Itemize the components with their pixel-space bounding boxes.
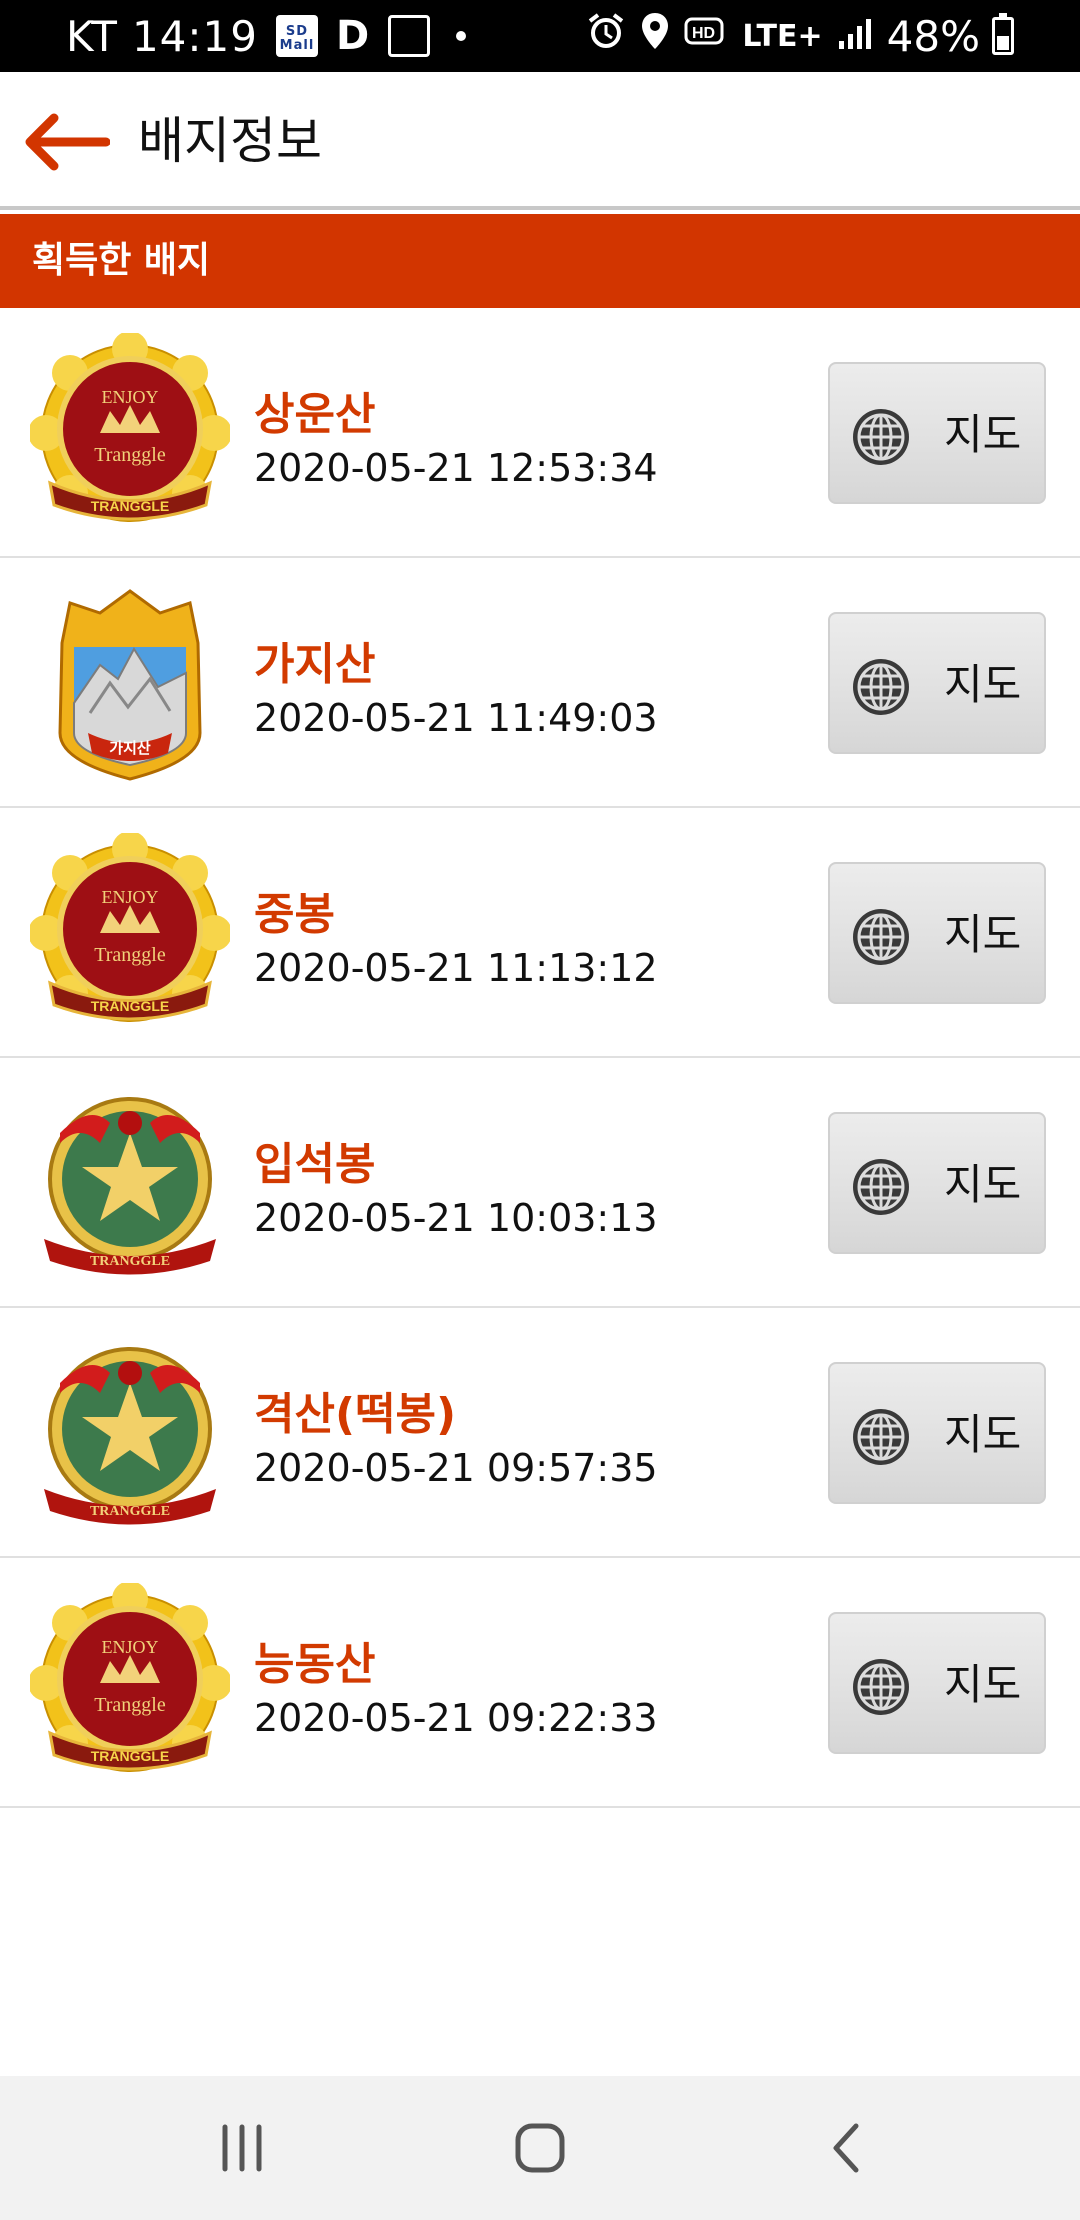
green-star-badge-icon: TRANGGLE [44, 1097, 216, 1275]
system-nav-bar [0, 2076, 1080, 2220]
gold-medal-badge-icon: ENJOY Tranggle TRANGGLE [30, 833, 230, 1022]
sdmall-app-icon: SD Mall [275, 15, 318, 57]
badge-name: 상운산 [254, 389, 376, 440]
badge-datetime: 2020-05-21 09:22:33 [254, 1696, 658, 1740]
status-left: KT 14:19 SD Mall D [66, 0, 467, 72]
signal-icon [837, 12, 873, 61]
gold-medal-badge-icon: ENJOY Tranggle TRANGGLE [30, 333, 230, 522]
home-icon [515, 2123, 565, 2173]
recents-icon [222, 2124, 262, 2172]
svg-text:TRANGGLE: TRANGGLE [91, 998, 170, 1014]
carrier-label: KT [66, 11, 118, 61]
list-item: 가지산 가지산 2020-05-21 11:49:03 지도 [0, 558, 1080, 808]
clock: 14:19 [131, 11, 258, 61]
badge-datetime: 2020-05-21 11:49:03 [254, 696, 658, 740]
globe-icon [853, 1659, 909, 1715]
d-app-icon: D [335, 13, 371, 59]
green-star-badge-icon: TRANGGLE [44, 1347, 216, 1525]
list-item: TRANGGLE 입석봉 2020-05-21 10:03:13 지도 [0, 1058, 1080, 1308]
list-item: ENJOY Tranggle TRANGGLE 상운산 2020-05-21 1… [0, 308, 1080, 558]
app-bar: 배지정보 [0, 72, 1080, 210]
arrow-left-icon [25, 113, 111, 171]
globe-icon [853, 409, 909, 465]
globe-icon [853, 1409, 909, 1465]
svg-text:Tranggle: Tranggle [94, 444, 166, 466]
chevron-left-icon [833, 2123, 859, 2173]
alarm-icon [586, 11, 626, 61]
status-right: HD LTE+ 48% [586, 0, 1014, 72]
map-button-label: 지도 [944, 1410, 1022, 1459]
svg-text:TRANGGLE: TRANGGLE [90, 1504, 170, 1519]
map-button[interactable]: 지도 [828, 1612, 1046, 1754]
battery-icon [992, 13, 1014, 55]
badge-name: 입석봉 [254, 1139, 376, 1190]
page-title: 배지정보 [138, 112, 322, 170]
section-header: 획득한 배지 [0, 214, 1080, 308]
map-button[interactable]: 지도 [828, 862, 1046, 1004]
list-item: TRANGGLE 격산(떡봉) 2020-05-21 09:57:35 지도 [0, 1308, 1080, 1558]
more-notifications-icon [456, 31, 467, 41]
gold-medal-badge-icon: ENJOY Tranggle TRANGGLE [30, 1583, 230, 1772]
back-button[interactable] [24, 112, 111, 172]
network-type-label: LTE+ [742, 18, 823, 54]
home-button[interactable] [500, 2116, 580, 2180]
svg-text:ENJOY: ENJOY [102, 1637, 159, 1657]
svg-text:ENJOY: ENJOY [102, 887, 159, 907]
badge-datetime: 2020-05-21 11:13:12 [254, 946, 658, 990]
status-bar: KT 14:19 SD Mall D HD LTE+ 48% [0, 0, 1080, 72]
svg-text:HD: HD [692, 25, 715, 42]
hd-voice-icon: HD [684, 12, 728, 61]
badge-name: 가지산 [254, 639, 376, 690]
badge-datetime: 2020-05-21 09:57:35 [254, 1446, 658, 1490]
globe-icon [853, 1159, 909, 1215]
nav-back-button[interactable] [806, 2116, 886, 2180]
svg-text:TRANGGLE: TRANGGLE [90, 1254, 170, 1269]
list-item: ENJOY Tranggle TRANGGLE 중봉 2020-05-21 11… [0, 808, 1080, 1058]
badge-list: ENJOY Tranggle TRANGGLE 상운산 2020-05-21 1… [0, 308, 1080, 1808]
location-icon [640, 11, 670, 61]
recents-button[interactable] [202, 2116, 282, 2180]
svg-text:Tranggle: Tranggle [94, 944, 166, 966]
svg-text:TRANGGLE: TRANGGLE [91, 498, 170, 514]
map-button-label: 지도 [944, 410, 1022, 459]
o-app-icon [388, 15, 431, 57]
badge-datetime: 2020-05-21 12:53:34 [254, 446, 658, 490]
map-button[interactable]: 지도 [828, 612, 1046, 754]
badge-name: 능동산 [254, 1639, 376, 1690]
map-button-label: 지도 [944, 910, 1022, 959]
badge-name: 중봉 [254, 889, 335, 940]
svg-text:ENJOY: ENJOY [102, 387, 159, 407]
map-button[interactable]: 지도 [828, 362, 1046, 504]
svg-text:Tranggle: Tranggle [94, 1694, 166, 1716]
battery-percent: 48% [886, 11, 980, 61]
map-button[interactable]: 지도 [828, 1112, 1046, 1254]
mountain-shield-badge-icon: 가지산 [58, 589, 202, 781]
svg-text:TRANGGLE: TRANGGLE [91, 1748, 170, 1764]
map-button-label: 지도 [944, 660, 1022, 709]
map-button-label: 지도 [944, 1160, 1022, 1209]
list-item: ENJOY Tranggle TRANGGLE 능동산 2020-05-21 0… [0, 1558, 1080, 1808]
map-button[interactable]: 지도 [828, 1362, 1046, 1504]
badge-datetime: 2020-05-21 10:03:13 [254, 1196, 658, 1240]
badge-name: 격산(떡봉) [254, 1389, 457, 1440]
map-button-label: 지도 [944, 1660, 1022, 1709]
svg-text:가지산: 가지산 [109, 739, 151, 757]
globe-icon [853, 909, 909, 965]
globe-icon [853, 659, 909, 715]
